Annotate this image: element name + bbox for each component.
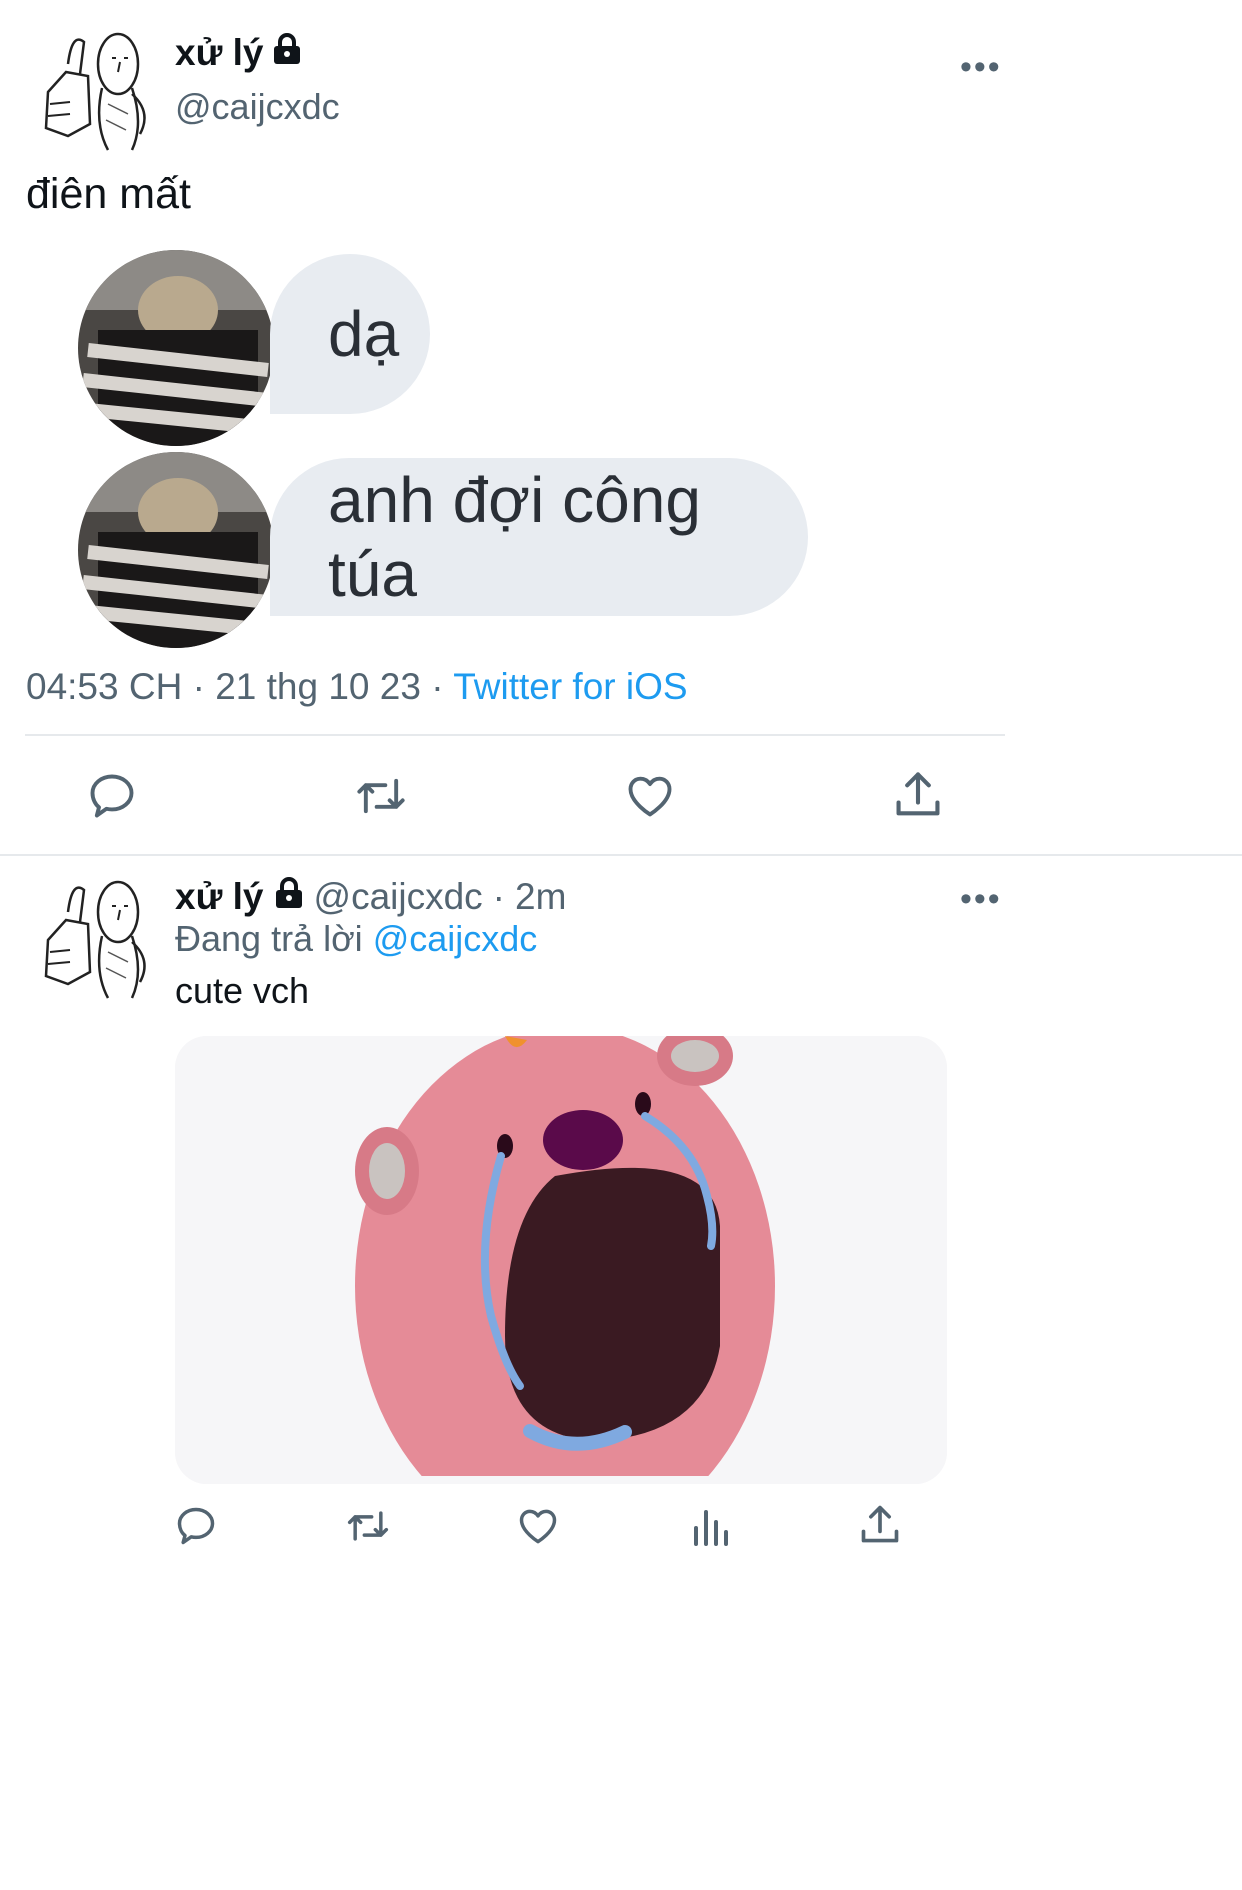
like-icon[interactable]	[624, 770, 676, 827]
reply-icon[interactable]	[86, 770, 138, 827]
lock-icon	[274, 876, 304, 918]
share-icon[interactable]	[892, 768, 944, 827]
reply-author-avatar[interactable]	[28, 872, 158, 1002]
tweet-time: 04:53 CH	[26, 666, 183, 707]
reply-header: xử lý @caijcxdc · 2m	[175, 876, 567, 918]
reply-time-ago: 2m	[515, 876, 567, 917]
tweet-source-link[interactable]: Twitter for iOS	[453, 666, 687, 707]
reply-author-handle[interactable]: @caijcxdc	[314, 876, 483, 918]
tweet-meta: 04:53 CH · 21 thg 10 23 · Twitter for iO…	[26, 666, 688, 707]
replying-to: Đang trả lời @caijcxdc	[175, 918, 538, 959]
section-divider	[0, 854, 1242, 856]
chat-avatar	[78, 452, 274, 648]
reply-media-image[interactable]	[175, 1036, 947, 1484]
reply-more-options-icon[interactable]: •••	[960, 880, 1002, 919]
reply-text: cute vch	[175, 970, 310, 1011]
tweet-date: 21 thg 10 23	[215, 666, 421, 707]
tweet-text: điên mất	[26, 170, 191, 218]
share-icon[interactable]	[858, 1502, 902, 1553]
replying-to-handle[interactable]: @caijcxdc	[373, 918, 538, 959]
reply-icon[interactable]	[174, 1504, 218, 1553]
chat-avatar	[78, 250, 274, 446]
author-avatar[interactable]	[28, 24, 158, 154]
more-options-icon[interactable]: •••	[960, 48, 1002, 87]
like-icon[interactable]	[516, 1504, 560, 1553]
analytics-icon[interactable]	[690, 1504, 730, 1553]
retweet-icon[interactable]	[352, 770, 410, 827]
author-handle[interactable]: @caijcxdc	[175, 86, 340, 128]
chat-bubble: dạ	[270, 254, 430, 414]
chat-bubble: anh đợi công túa	[270, 458, 808, 616]
author-name-row[interactable]: xử lý	[175, 32, 302, 74]
author-name[interactable]: xử lý	[175, 32, 264, 74]
retweet-icon[interactable]	[344, 1504, 392, 1553]
reply-author-name[interactable]: xử lý	[175, 876, 264, 918]
lock-icon	[272, 32, 302, 74]
divider	[25, 734, 1005, 736]
